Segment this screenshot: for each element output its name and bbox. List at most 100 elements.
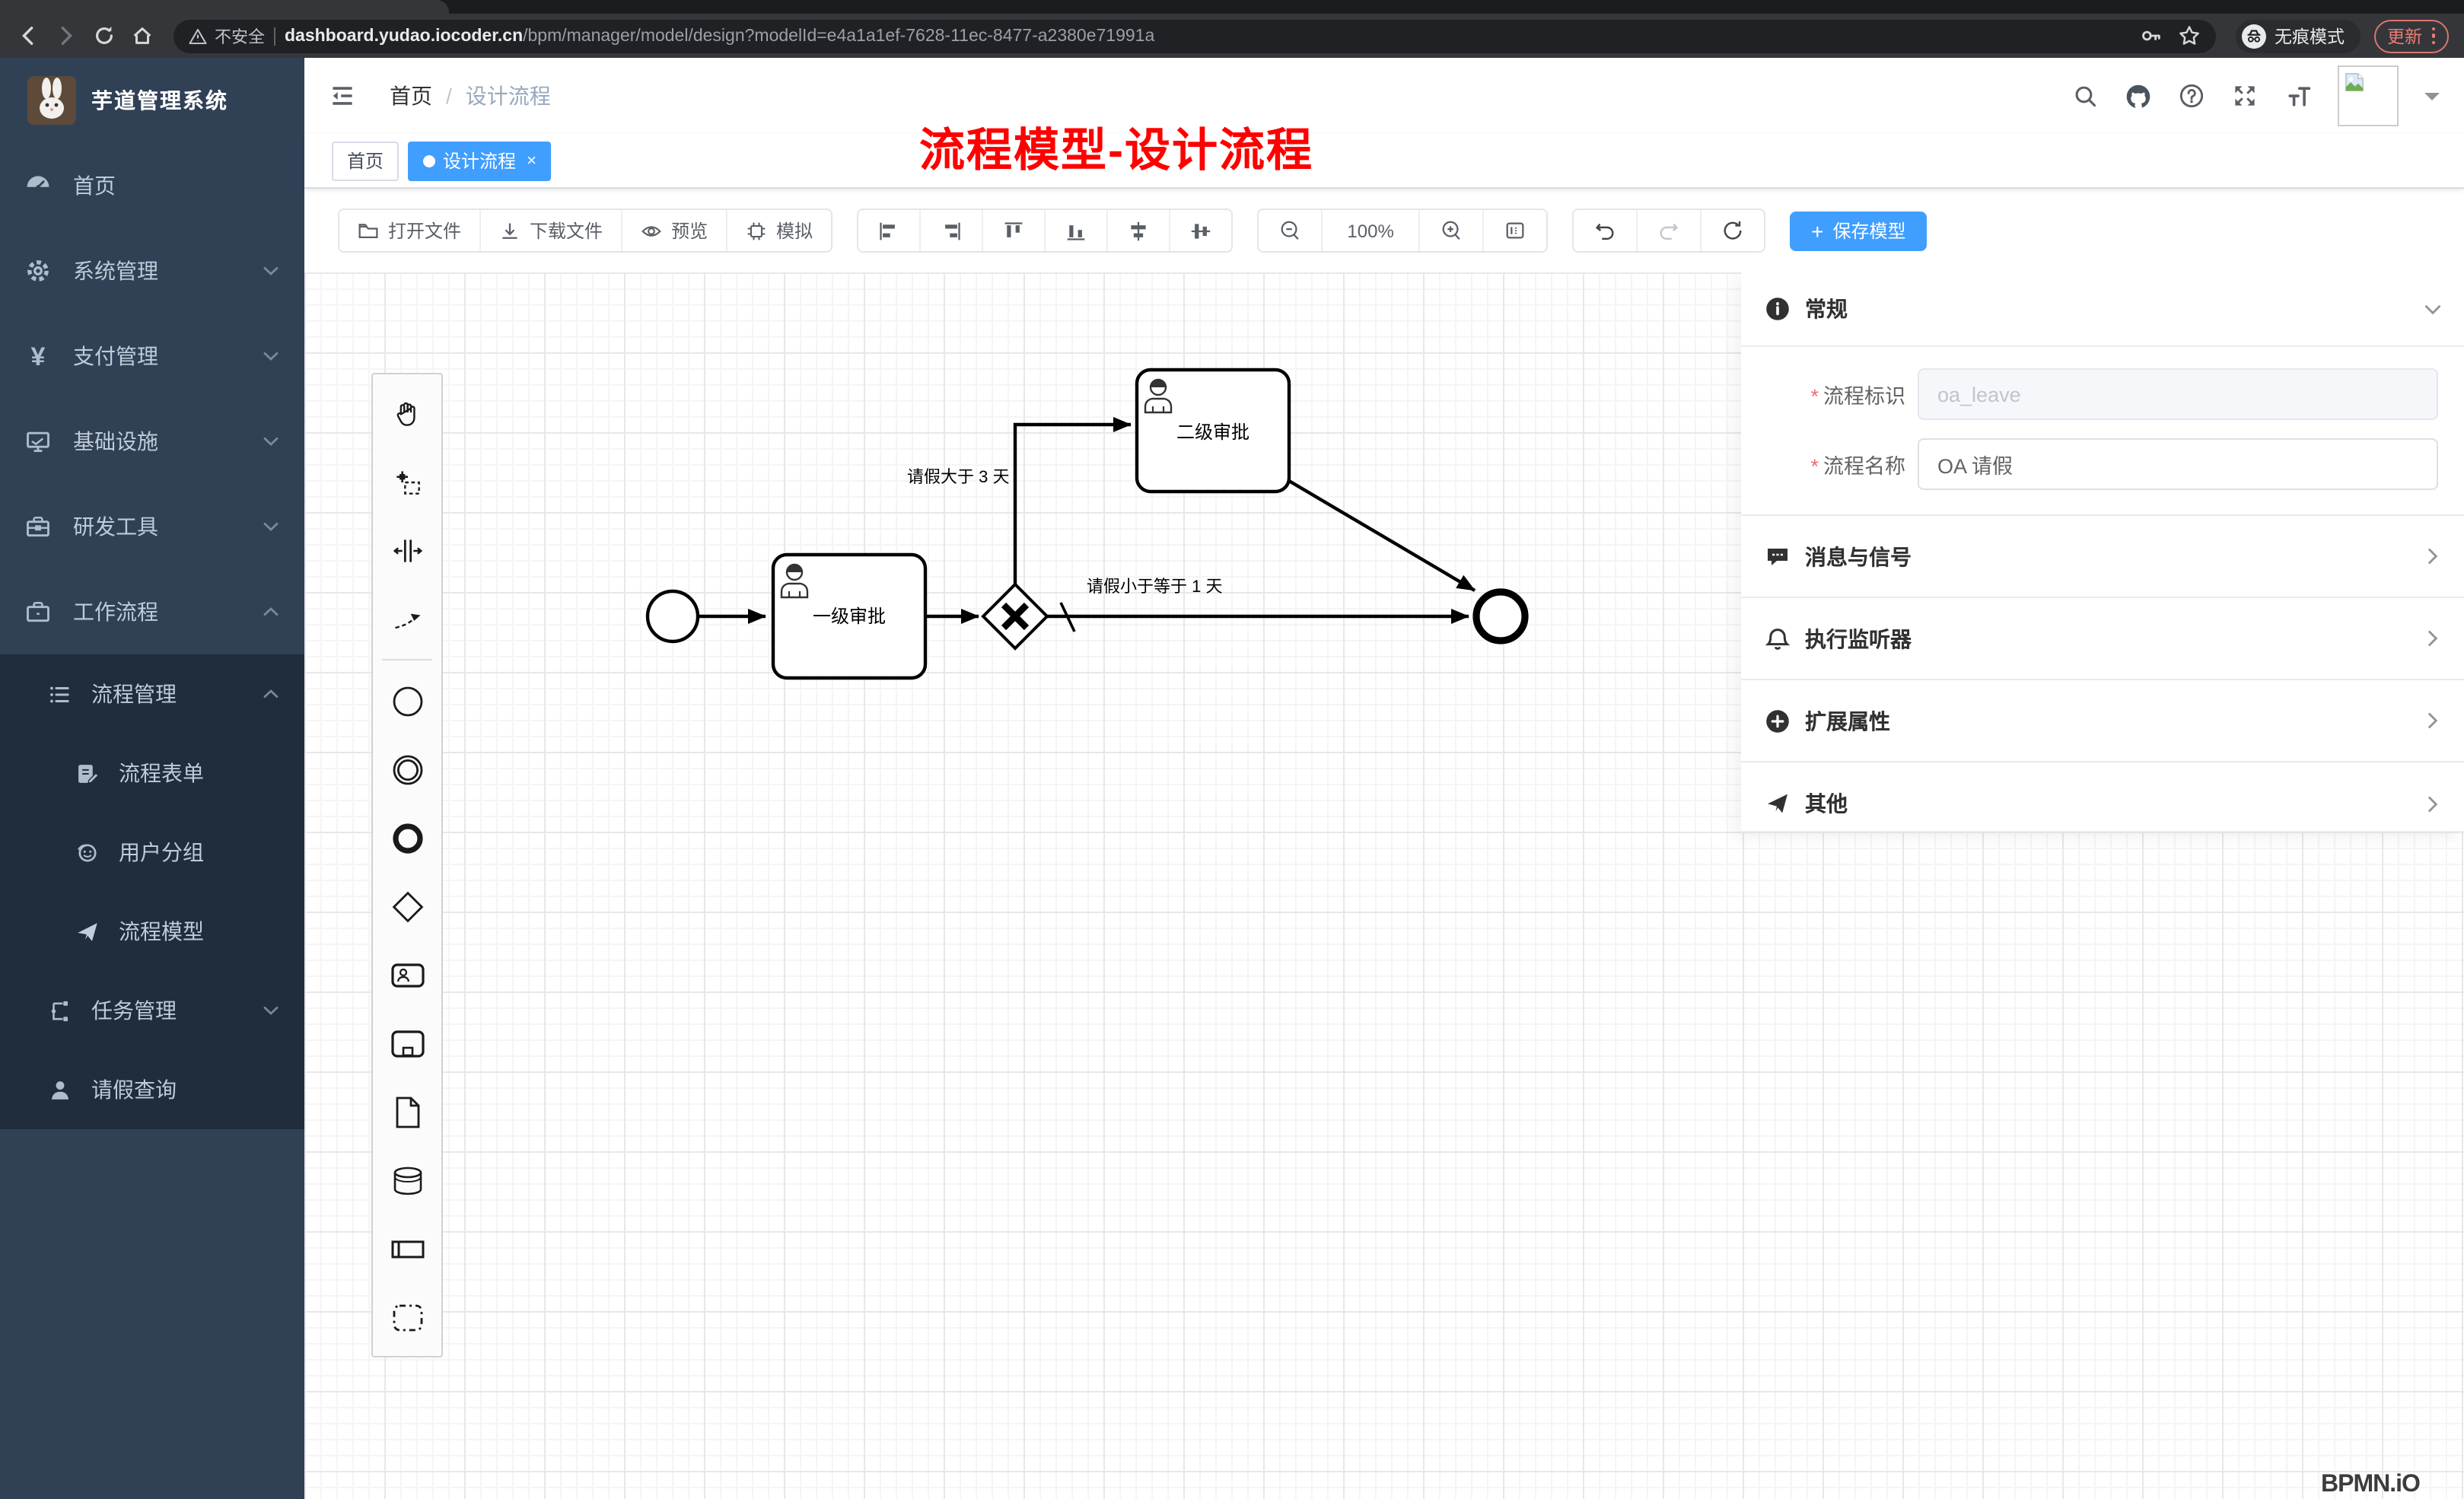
required-asterisk: * bbox=[1810, 455, 1819, 478]
process-name-label-wrap: *流程名称 bbox=[1775, 449, 1905, 479]
sidebar-item-process-mgmt[interactable]: 流程管理 bbox=[0, 654, 304, 734]
sidebar-submenu: 流程管理 流程表单 用户分组 bbox=[0, 654, 304, 1129]
save-model-label: 保存模型 bbox=[1833, 218, 1906, 243]
align-middle-button[interactable] bbox=[1106, 210, 1169, 251]
incognito-label: 无痕模式 bbox=[2275, 24, 2345, 48]
align-left-button[interactable] bbox=[858, 210, 919, 251]
info-icon bbox=[1765, 297, 1790, 321]
plus-icon: + bbox=[1811, 218, 1823, 243]
align-right-button[interactable] bbox=[919, 210, 982, 251]
url-text[interactable]: dashboard.yudao.iocoder.cn/bpm/manager/m… bbox=[285, 27, 2130, 45]
sidebar-item-process-form[interactable]: 流程表单 bbox=[0, 734, 304, 813]
key-icon[interactable] bbox=[2139, 24, 2162, 47]
process-name-input[interactable] bbox=[1918, 438, 2438, 490]
chevron-down-icon bbox=[262, 432, 280, 450]
avatar-caret-icon[interactable] bbox=[2424, 92, 2440, 107]
sidebar-item-task-mgmt[interactable]: 任务管理 bbox=[0, 971, 304, 1050]
search-icon[interactable] bbox=[2071, 82, 2099, 110]
sidebar-item-infra[interactable]: 基础设施 bbox=[0, 399, 304, 484]
sidebar-item-user-group[interactable]: 用户分组 bbox=[0, 813, 304, 892]
close-icon[interactable]: × bbox=[527, 151, 536, 170]
avatar[interactable] bbox=[2338, 65, 2399, 126]
chevron-down-icon bbox=[2423, 299, 2443, 319]
sidebar-item-home[interactable]: 首页 bbox=[0, 143, 304, 228]
process-key-input[interactable] bbox=[1918, 368, 2438, 420]
app-logo[interactable]: 芋道管理系统 bbox=[0, 58, 304, 143]
bookmark-star-icon[interactable] bbox=[2177, 24, 2200, 47]
sidebar-item-workflow[interactable]: 工作流程 bbox=[0, 569, 304, 654]
preview-button[interactable]: 预览 bbox=[621, 210, 726, 251]
align-center-button[interactable] bbox=[1169, 210, 1231, 251]
download-file-button[interactable]: 下载文件 bbox=[479, 210, 621, 251]
section-message-signal[interactable]: 消息与信号 bbox=[1741, 516, 2464, 598]
sidebar-item-process-model[interactable]: 流程模型 bbox=[0, 892, 304, 971]
restart-button[interactable] bbox=[1700, 210, 1764, 251]
general-form: *流程标识 *流程名称 bbox=[1741, 347, 2464, 516]
condition-label-gt3: 请假大于 3 天 bbox=[907, 464, 1009, 489]
home-icon[interactable] bbox=[129, 24, 154, 48]
bpmn-designer: 打开文件 下载文件 预览 模拟 bbox=[304, 189, 2464, 1499]
task2-label: 二级审批 bbox=[1137, 370, 1289, 492]
folder-icon bbox=[358, 220, 379, 241]
document-edit-icon bbox=[73, 759, 100, 787]
back-icon[interactable] bbox=[15, 24, 40, 48]
zoom-out-button[interactable] bbox=[1259, 210, 1321, 251]
start-event[interactable] bbox=[648, 591, 698, 641]
tag-home[interactable]: 首页 bbox=[332, 141, 399, 180]
section-label: 消息与信号 bbox=[1805, 541, 1912, 571]
open-file-button[interactable]: 打开文件 bbox=[339, 210, 479, 251]
reload-icon[interactable] bbox=[91, 24, 116, 48]
align-center-icon bbox=[1190, 220, 1211, 241]
chevron-up-icon bbox=[262, 603, 280, 621]
site-security[interactable]: 不安全 bbox=[189, 24, 265, 48]
fullscreen-icon[interactable] bbox=[2231, 82, 2259, 110]
hamburger-icon[interactable] bbox=[329, 82, 356, 110]
tag-design-active[interactable]: 设计流程 × bbox=[408, 141, 552, 180]
security-label: 不安全 bbox=[215, 24, 265, 48]
section-extended-properties[interactable]: 扩展属性 bbox=[1741, 680, 2464, 762]
user-icon bbox=[46, 1076, 73, 1103]
red-annotation: 流程模型-设计流程 bbox=[919, 113, 1313, 180]
main-content: 流程模型-设计流程 首页 / 设计流程 bbox=[304, 58, 2464, 1499]
process-key-row: *流程标识 bbox=[1741, 359, 2464, 429]
sidebar-filler bbox=[0, 1129, 304, 1499]
sidebar-item-devtools[interactable]: 研发工具 bbox=[0, 484, 304, 569]
flow-task2-to-end[interactable] bbox=[1289, 481, 1475, 590]
sidebar-item-leave-query[interactable]: 请假查询 bbox=[0, 1050, 304, 1129]
browser-update-button[interactable]: 更新 bbox=[2373, 19, 2449, 53]
save-model-button[interactable]: + 保存模型 bbox=[1790, 211, 1927, 250]
zoom-button-group: 100% bbox=[1257, 208, 1548, 253]
section-other[interactable]: 其他 bbox=[1741, 762, 2464, 845]
help-icon[interactable] bbox=[2178, 82, 2205, 110]
browser-menu-icon[interactable] bbox=[2431, 27, 2435, 45]
simulate-label: 模拟 bbox=[776, 218, 813, 243]
bpmn-canvas[interactable]: 一级审批 二级审批 请假大于 3 天 请假小于等于 1 天 常规 bbox=[304, 272, 2464, 1499]
end-event[interactable] bbox=[1476, 592, 1525, 641]
github-icon[interactable] bbox=[2125, 82, 2152, 110]
zoom-out-icon bbox=[1278, 219, 1301, 242]
bpmn-io-watermark[interactable]: BPMN.iO bbox=[2321, 1473, 2420, 1499]
fit-viewport-button[interactable] bbox=[1482, 210, 1546, 251]
simulate-button[interactable]: 模拟 bbox=[726, 210, 831, 251]
zoom-in-button[interactable] bbox=[1418, 210, 1482, 251]
flow-gateway-to-task2[interactable] bbox=[1015, 425, 1131, 584]
message-icon bbox=[1765, 544, 1790, 568]
align-bottom-button[interactable] bbox=[1044, 210, 1106, 251]
align-top-button[interactable] bbox=[982, 210, 1044, 251]
app-title: 芋道管理系统 bbox=[91, 85, 228, 116]
update-label: 更新 bbox=[2387, 24, 2422, 48]
address-bar[interactable]: 不安全 dashboard.yudao.iocoder.cn/bpm/manag… bbox=[173, 19, 2215, 53]
forward-icon[interactable] bbox=[53, 24, 78, 48]
section-general[interactable]: 常规 bbox=[1741, 272, 2464, 347]
preview-label: 预览 bbox=[671, 218, 708, 243]
sidebar-item-label: 用户分组 bbox=[119, 837, 204, 867]
redo-button[interactable] bbox=[1636, 210, 1700, 251]
undo-button[interactable] bbox=[1574, 210, 1636, 251]
breadcrumb-home[interactable]: 首页 bbox=[390, 81, 432, 111]
sidebar-item-payment[interactable]: ¥ 支付管理 bbox=[0, 313, 304, 399]
sidebar-item-system[interactable]: 系统管理 bbox=[0, 228, 304, 313]
section-execution-listener[interactable]: 执行监听器 bbox=[1741, 598, 2464, 680]
browser-active-tab[interactable] bbox=[0, 0, 449, 14]
url-divider bbox=[274, 27, 275, 45]
font-size-icon[interactable] bbox=[2284, 82, 2312, 110]
